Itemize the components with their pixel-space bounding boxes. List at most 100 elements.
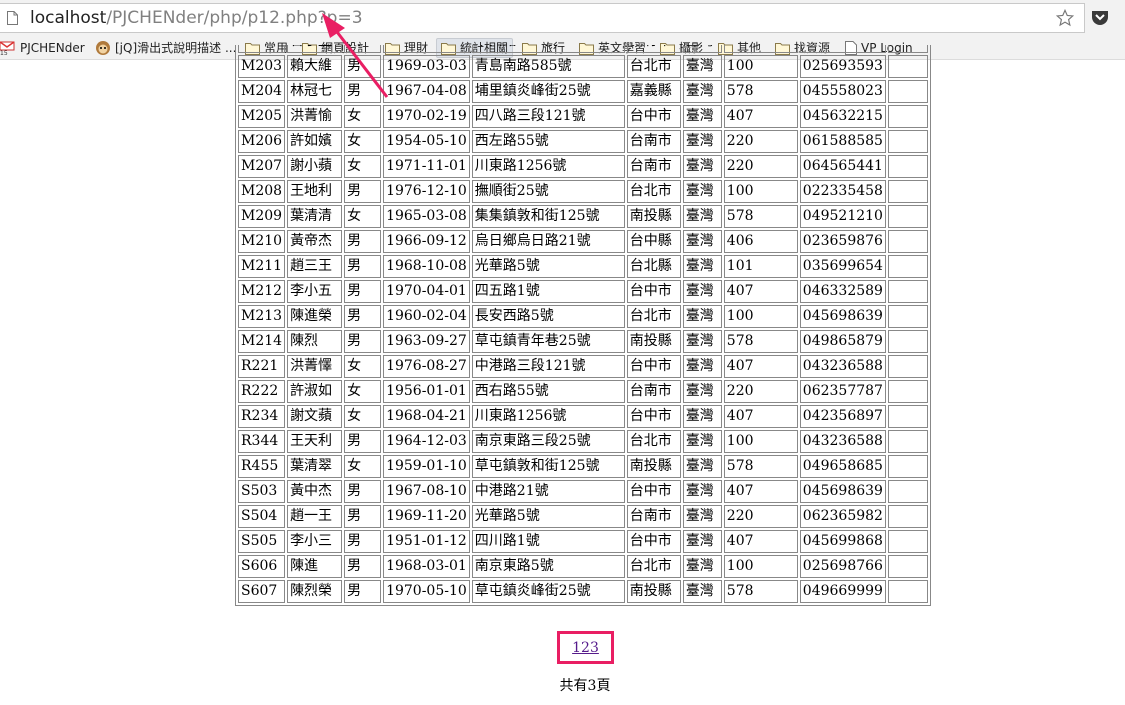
url-host: localhost bbox=[30, 8, 107, 28]
url-bar[interactable]: localhost/PJCHENder/php/p12.php?p=3 bbox=[0, 3, 1085, 33]
page-link-3[interactable]: 3 bbox=[590, 640, 599, 656]
url-text[interactable]: localhost/PJCHENder/php/p12.php?p=3 bbox=[30, 8, 363, 28]
table-cell: 臺灣 bbox=[682, 330, 722, 353]
table-cell: 南投縣 bbox=[626, 580, 681, 603]
table-cell: 042356897 bbox=[799, 405, 886, 428]
table-cell: 062357787 bbox=[799, 380, 886, 403]
table-cell: 台中市 bbox=[626, 480, 681, 503]
table-cell: 578 bbox=[723, 455, 798, 478]
table-cell: 台北縣 bbox=[626, 255, 681, 278]
table-cell: 集集鎮敦和街125號 bbox=[471, 205, 625, 228]
table-cell: 100 bbox=[723, 180, 798, 203]
table-cell: 埔里鎮炎峰街25號 bbox=[471, 80, 625, 103]
table-cell: 台中市 bbox=[626, 405, 681, 428]
table-cell: 407 bbox=[723, 480, 798, 503]
gmail-badge: 15 bbox=[0, 50, 8, 55]
table-cell: 049669999 bbox=[799, 580, 886, 603]
table-cell: 台北市 bbox=[626, 55, 681, 78]
table-cell: 220 bbox=[723, 505, 798, 528]
table-cell: 南投縣 bbox=[626, 205, 681, 228]
table-cell bbox=[887, 130, 928, 153]
table-cell: 臺灣 bbox=[682, 305, 722, 328]
table-cell bbox=[887, 505, 928, 528]
table-cell: 1956-01-01 bbox=[383, 380, 470, 403]
table-cell: 064565441 bbox=[799, 155, 886, 178]
table-cell: 林冠七 bbox=[287, 80, 343, 103]
table-cell bbox=[887, 380, 928, 403]
table-cell: 300 bbox=[723, 45, 798, 53]
table-cell: 長安西路5號 bbox=[471, 305, 625, 328]
table-cell: 洪菁懌 bbox=[287, 355, 343, 378]
table-cell: 台中市 bbox=[626, 355, 681, 378]
table-cell: R455 bbox=[238, 455, 286, 478]
member-table: M202曾子盈女1969-10-09中興路100號新竹市臺灣3000356934… bbox=[235, 45, 931, 606]
table-cell: 1970-04-01 bbox=[383, 280, 470, 303]
table-cell bbox=[887, 530, 928, 553]
table-cell: 男 bbox=[344, 255, 382, 278]
table-cell: 臺灣 bbox=[682, 230, 722, 253]
table-cell: 1964-12-03 bbox=[383, 430, 470, 453]
table-cell: 草屯鎮青年巷25號 bbox=[471, 330, 625, 353]
table-cell: 陳進榮 bbox=[287, 305, 343, 328]
table-cell: 烏日鄉烏日路21號 bbox=[471, 230, 625, 253]
table-cell: 臺灣 bbox=[682, 55, 722, 78]
table-cell bbox=[887, 230, 928, 253]
table-cell: 035693456 bbox=[799, 45, 886, 53]
bookmark-pjchender[interactable]: 15 PJCHENder bbox=[0, 39, 85, 57]
table-cell bbox=[887, 580, 928, 603]
table-cell: 407 bbox=[723, 530, 798, 553]
table-cell: 四八路三段121號 bbox=[471, 105, 625, 128]
table-cell: 臺灣 bbox=[682, 480, 722, 503]
table-cell: 台中市 bbox=[626, 280, 681, 303]
table-cell: 1971-11-01 bbox=[383, 155, 470, 178]
table-cell: 曾子盈 bbox=[287, 45, 343, 53]
address-bar-area: localhost/PJCHENder/php/p12.php?p=3 bbox=[0, 0, 1125, 36]
table-cell: 臺灣 bbox=[682, 255, 722, 278]
table-row: M206 許如嬪女 1954-05-10 西左路55號 台南市 臺灣 220 06158858… bbox=[238, 130, 928, 153]
table-cell: 光華路5號 bbox=[471, 255, 625, 278]
table-cell: 黃中杰 bbox=[287, 480, 343, 503]
table-cell: 光華路5號 bbox=[471, 505, 625, 528]
table-cell: 台南市 bbox=[626, 505, 681, 528]
table-cell: 嘉義縣 bbox=[626, 80, 681, 103]
bookmark-jq[interactable]: [jQ]滑出式說明描述 ... bbox=[95, 39, 236, 57]
table-cell bbox=[887, 355, 928, 378]
table-cell: 男 bbox=[344, 180, 382, 203]
table-cell: 臺灣 bbox=[682, 430, 722, 453]
table-cell: 台中縣 bbox=[626, 230, 681, 253]
table-cell: 女 bbox=[344, 355, 382, 378]
table-cell: 男 bbox=[344, 330, 382, 353]
monkey-icon bbox=[96, 41, 110, 55]
table-cell bbox=[887, 80, 928, 103]
table-cell: 南投縣 bbox=[626, 455, 681, 478]
table-cell: M208 bbox=[238, 180, 286, 203]
table-cell bbox=[887, 55, 928, 78]
table-cell: 220 bbox=[723, 155, 798, 178]
table-cell: 1968-10-08 bbox=[383, 255, 470, 278]
table-cell: 1969-10-09 bbox=[383, 45, 470, 53]
table-cell: 100 bbox=[723, 430, 798, 453]
member-table-viewport: M202曾子盈女1969-10-09中興路100號新竹市臺灣3000356934… bbox=[235, 45, 935, 625]
table-row: M205 洪菁愉女 1970-02-19 四八路三段121號 台中市 臺灣 407 04563… bbox=[238, 105, 928, 128]
table-cell: 謝小蘋 bbox=[287, 155, 343, 178]
table-cell: 1969-11-20 bbox=[383, 505, 470, 528]
table-cell: 男 bbox=[344, 505, 382, 528]
table-cell bbox=[887, 105, 928, 128]
table-cell bbox=[887, 155, 928, 178]
table-cell: 草屯鎮敦和街125號 bbox=[471, 455, 625, 478]
table-cell: 臺灣 bbox=[682, 155, 722, 178]
table-cell: 578 bbox=[723, 205, 798, 228]
pocket-icon[interactable] bbox=[1091, 10, 1109, 26]
table-cell: 臺灣 bbox=[682, 405, 722, 428]
table-cell bbox=[887, 430, 928, 453]
page-link-1[interactable]: 1 bbox=[572, 640, 581, 656]
table-cell: 049658685 bbox=[799, 455, 886, 478]
table-cell: M204 bbox=[238, 80, 286, 103]
star-icon[interactable] bbox=[1056, 9, 1074, 27]
table-cell: 1963-09-27 bbox=[383, 330, 470, 353]
table-cell: 101 bbox=[723, 255, 798, 278]
table-cell: 趙一王 bbox=[287, 505, 343, 528]
page-link-2[interactable]: 2 bbox=[581, 640, 590, 656]
table-cell: 043236588 bbox=[799, 355, 886, 378]
table-cell: 台中市 bbox=[626, 530, 681, 553]
